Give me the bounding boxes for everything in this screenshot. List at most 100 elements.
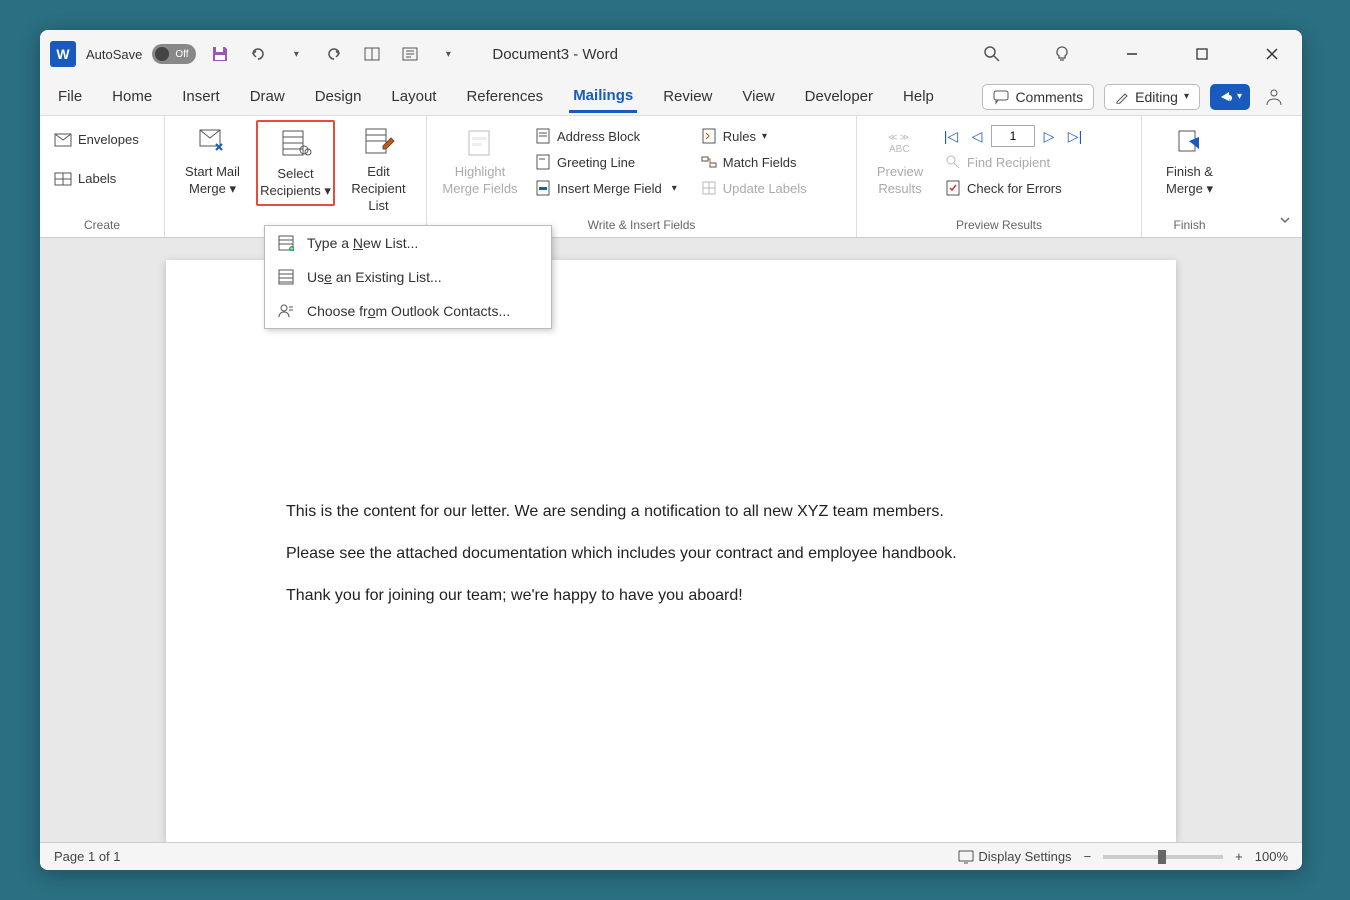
check-errors-button[interactable]: Check for Errors — [939, 176, 1087, 200]
ribbon-tabs: File Home Insert Draw Design Layout Refe… — [40, 78, 1302, 116]
account-icon[interactable] — [1260, 83, 1288, 111]
use-existing-list-item[interactable]: Use an Existing List... — [265, 260, 551, 294]
zoom-slider[interactable] — [1103, 855, 1223, 859]
rules-button[interactable]: Rules ▾ — [695, 124, 813, 148]
edit-recipient-label: EditRecipient List — [341, 164, 416, 215]
group-create-label: Create — [48, 215, 156, 237]
finish-merge-label: Finish &Merge ▾ — [1166, 164, 1213, 198]
tab-file[interactable]: File — [54, 82, 86, 111]
document-title: Document3 - Word — [492, 46, 618, 63]
find-recipient-label: Find Recipient — [967, 155, 1050, 170]
paragraph-1[interactable]: This is the content for our letter. We a… — [286, 500, 1056, 524]
comments-label: Comments — [1015, 89, 1083, 105]
edit-recipient-list-button[interactable]: EditRecipient List — [339, 120, 418, 219]
preview-results-button[interactable]: ≪ ≫ ABC PreviewResults — [865, 120, 935, 202]
update-labels-label: Update Labels — [723, 181, 807, 196]
editing-label: Editing — [1135, 89, 1178, 105]
next-record-button[interactable]: ▷ — [1037, 124, 1061, 148]
svg-text:≪ ≫: ≪ ≫ — [888, 132, 909, 142]
highlight-icon — [462, 124, 498, 160]
toggle-knob — [155, 47, 169, 61]
record-number-input[interactable] — [991, 125, 1035, 147]
find-recipient-button[interactable]: Find Recipient — [939, 150, 1087, 174]
ribbon: Envelopes Labels Create Start MailMerge … — [40, 116, 1302, 238]
match-fields-label: Match Fields — [723, 155, 797, 170]
preview-icon: ≪ ≫ ABC — [882, 124, 918, 160]
envelopes-label: Envelopes — [78, 132, 139, 147]
redo-button[interactable] — [320, 40, 348, 68]
labels-button[interactable]: Labels — [48, 167, 145, 190]
qat-btn-5[interactable] — [396, 40, 424, 68]
update-labels-button[interactable]: Update Labels — [695, 176, 813, 200]
document-area[interactable]: This is the content for our letter. We a… — [40, 238, 1302, 842]
edit-recipient-icon — [361, 124, 397, 160]
search-button[interactable] — [972, 34, 1012, 74]
qat-customize[interactable]: ▾ — [434, 40, 462, 68]
comments-button[interactable]: Comments — [982, 84, 1094, 110]
select-recipients-dropdown: + Type a New List... Use an Existing Lis… — [264, 225, 552, 329]
document-page[interactable]: This is the content for our letter. We a… — [166, 260, 1176, 842]
highlight-merge-fields-button[interactable]: HighlightMerge Fields — [435, 120, 525, 202]
prev-record-button[interactable]: ◁ — [965, 124, 989, 148]
display-settings-label: Display Settings — [978, 849, 1071, 864]
word-app-icon: W — [50, 41, 76, 67]
tab-design[interactable]: Design — [311, 82, 366, 111]
page-info[interactable]: Page 1 of 1 — [54, 849, 121, 864]
zoom-out-button[interactable]: − — [1084, 849, 1092, 864]
last-record-button[interactable]: ▷| — [1063, 124, 1087, 148]
greeting-line-button[interactable]: Greeting Line — [529, 150, 683, 174]
tab-developer[interactable]: Developer — [801, 82, 877, 111]
tab-help[interactable]: Help — [899, 82, 938, 111]
tab-mailings[interactable]: Mailings — [569, 81, 637, 113]
start-mail-merge-button[interactable]: Start MailMerge ▾ — [173, 120, 252, 202]
autosave-label: AutoSave — [86, 47, 142, 62]
paragraph-3[interactable]: Thank you for joining our team; we're ha… — [286, 584, 1056, 608]
paragraph-2[interactable]: Please see the attached documentation wh… — [286, 542, 1056, 566]
use-existing-list-label: Use an Existing List... — [307, 269, 442, 285]
share-button[interactable]: ▾ — [1210, 84, 1250, 110]
autosave-toggle[interactable]: Off — [152, 44, 196, 64]
match-fields-button[interactable]: Match Fields — [695, 150, 813, 174]
group-finish-label: Finish — [1150, 215, 1229, 237]
word-window: W AutoSave Off ▾ ▾ Document3 - Word — [40, 30, 1302, 870]
save-button[interactable] — [206, 40, 234, 68]
tab-layout[interactable]: Layout — [387, 82, 440, 111]
first-record-button[interactable]: |◁ — [939, 124, 963, 148]
finish-merge-button[interactable]: Finish &Merge ▾ — [1150, 120, 1229, 202]
ribbon-collapse-button[interactable] — [1278, 213, 1292, 227]
contacts-icon — [277, 302, 295, 320]
type-new-list-item[interactable]: + Type a New List... — [265, 226, 551, 260]
close-button[interactable] — [1252, 34, 1292, 74]
tab-view[interactable]: View — [738, 82, 778, 111]
zoom-thumb[interactable] — [1158, 850, 1166, 864]
minimize-button[interactable] — [1112, 34, 1152, 74]
display-settings-button[interactable]: Display Settings — [958, 849, 1071, 864]
envelopes-button[interactable]: Envelopes — [48, 128, 145, 151]
address-block-button[interactable]: Address Block — [529, 124, 683, 148]
rules-label: Rules — [723, 129, 756, 144]
editing-mode-button[interactable]: Editing ▾ — [1104, 84, 1200, 110]
zoom-in-button[interactable]: + — [1235, 849, 1243, 864]
mail-merge-icon — [194, 124, 230, 160]
tab-insert[interactable]: Insert — [178, 82, 224, 111]
tab-draw[interactable]: Draw — [246, 82, 289, 111]
undo-button[interactable] — [244, 40, 272, 68]
group-preview-label: Preview Results — [865, 215, 1133, 237]
tab-home[interactable]: Home — [108, 82, 156, 111]
qat-btn-4[interactable] — [358, 40, 386, 68]
tab-references[interactable]: References — [462, 82, 547, 111]
zoom-level[interactable]: 100% — [1255, 849, 1288, 864]
tab-review[interactable]: Review — [659, 82, 716, 111]
address-block-label: Address Block — [557, 129, 640, 144]
lightbulb-icon[interactable] — [1042, 34, 1082, 74]
svg-text:ABC: ABC — [889, 144, 910, 154]
list-icon: + — [277, 234, 295, 252]
select-recipients-button[interactable]: SelectRecipients ▾ — [256, 120, 335, 206]
check-errors-label: Check for Errors — [967, 181, 1062, 196]
undo-dropdown[interactable]: ▾ — [282, 40, 310, 68]
maximize-button[interactable] — [1182, 34, 1222, 74]
insert-merge-field-button[interactable]: Insert Merge Field ▾ — [529, 176, 683, 200]
autosave-state: Off — [175, 49, 188, 60]
outlook-contacts-item[interactable]: Choose from Outlook Contacts... — [265, 294, 551, 328]
preview-results-label: PreviewResults — [877, 164, 923, 198]
